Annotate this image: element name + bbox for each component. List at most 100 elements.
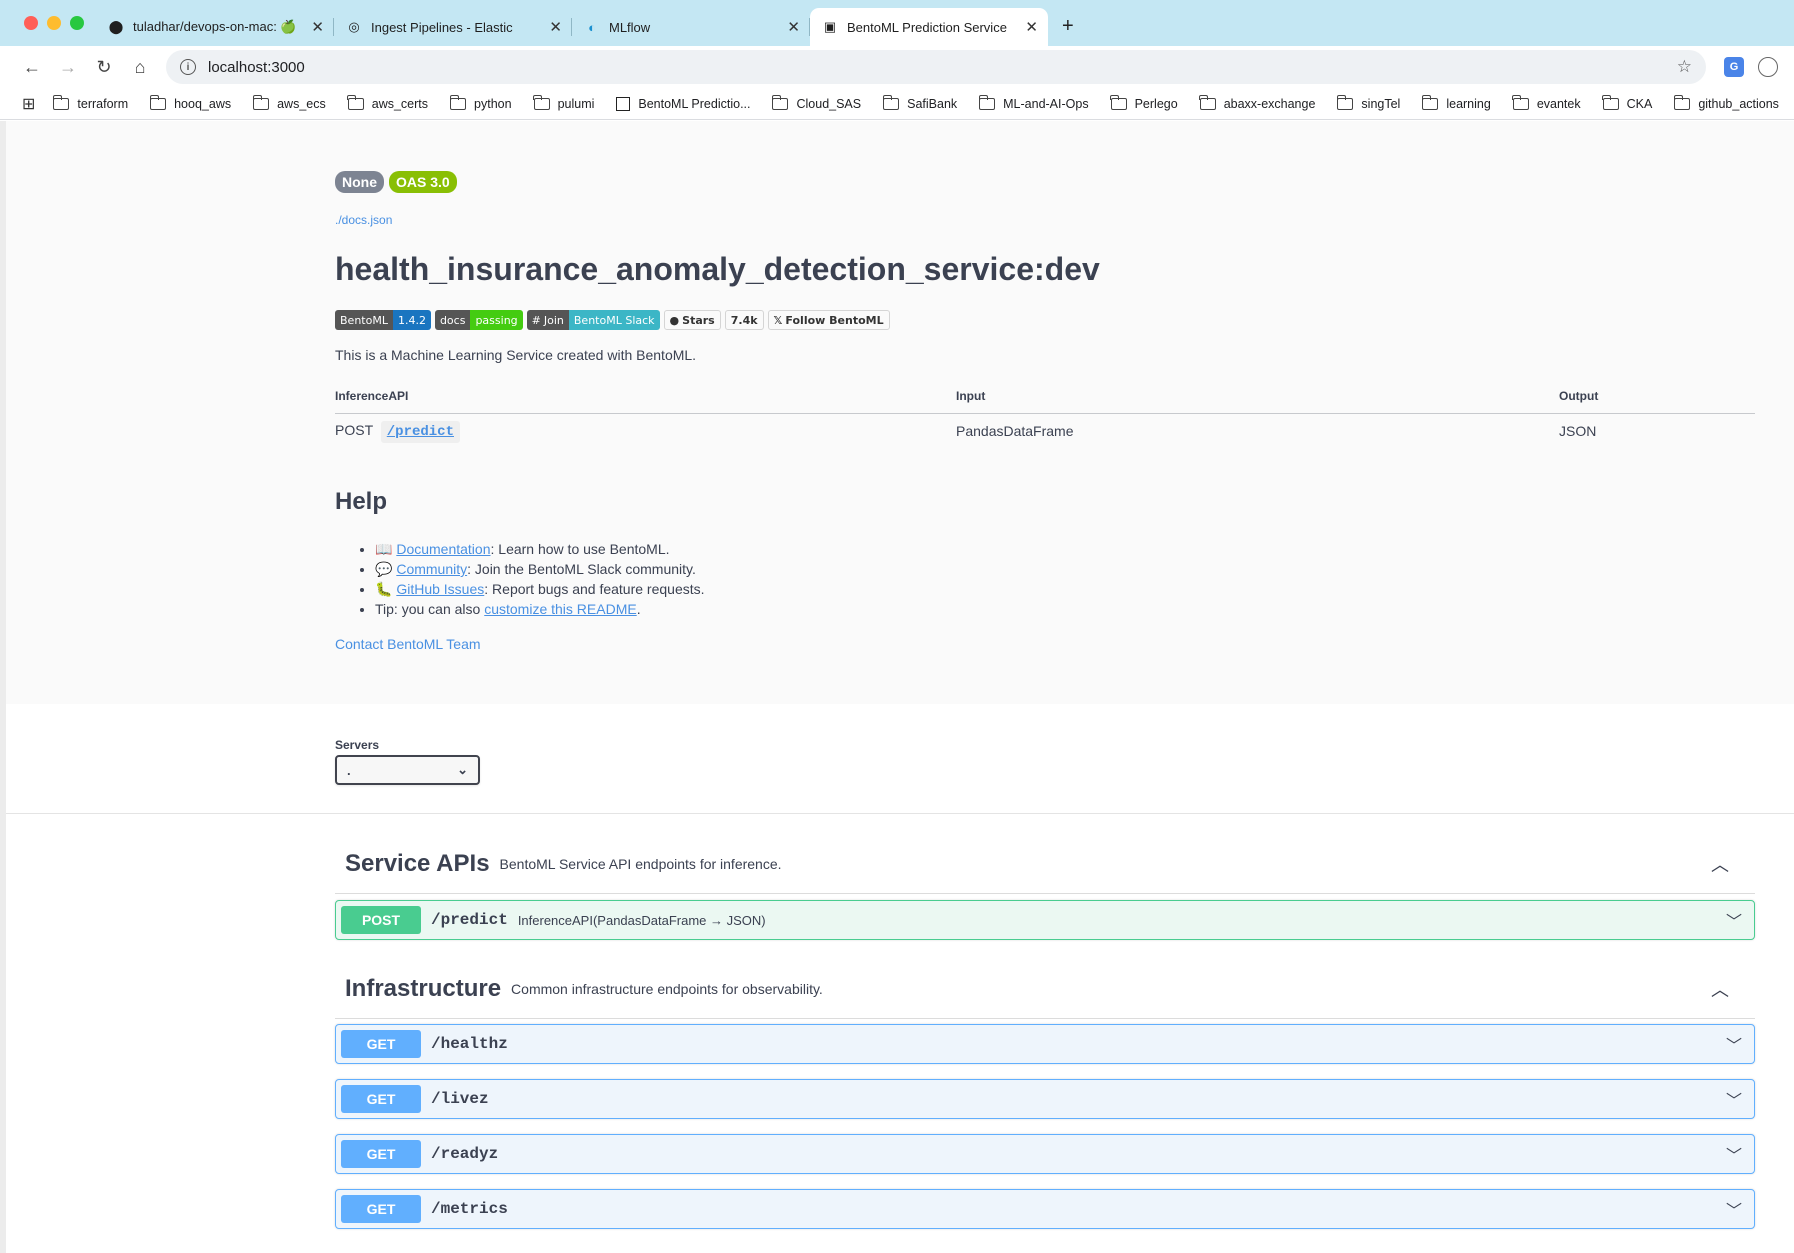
tab-elastic[interactable]: ◎ Ingest Pipelines - Elastic ✕ [334, 8, 572, 46]
operation-post-predict[interactable]: POST /predict InferenceAPI(PandasDataFra… [335, 900, 1755, 940]
translate-extension-icon[interactable]: G [1724, 57, 1744, 77]
operation-path: /readyz [431, 1145, 499, 1163]
servers-select[interactable]: . ⌄ [335, 755, 480, 785]
forward-button[interactable]: → [50, 51, 86, 83]
bookmark-folder[interactable]: learning [1421, 94, 1491, 111]
bentoml-icon [616, 96, 631, 111]
chevron-down-icon[interactable]: ﹀ [1726, 1197, 1742, 1221]
list-item: 💬 Community: Join the BentoML Slack comm… [375, 559, 1755, 579]
close-tab-icon[interactable]: ✕ [787, 18, 800, 36]
follow-shield[interactable]: 𝕏 Follow BentoML [767, 310, 890, 330]
minimize-window-button[interactable] [47, 16, 61, 30]
method-badge: GET [341, 1195, 421, 1223]
infrastructure-section: Infrastructure Common infrastructure end… [335, 959, 1755, 1229]
window-edge [0, 121, 6, 1253]
chevron-down-icon[interactable]: ﹀ [1726, 1087, 1742, 1111]
page-title: health_insurance_anomaly_detection_servi… [335, 251, 1100, 287]
bookmark-folder[interactable]: Perlego [1110, 94, 1178, 111]
help-heading: Help [335, 488, 388, 515]
tab-bentoml[interactable]: ▣ BentoML Prediction Service ✕ [810, 8, 1048, 46]
bookmark-folder[interactable]: Cloud_SAS [772, 94, 861, 111]
bookmark-folder[interactable]: python [449, 94, 512, 111]
bookmark-star-icon[interactable]: ☆ [1677, 57, 1692, 77]
service-apis-section: Service APIs BentoML Service API endpoin… [335, 834, 1755, 940]
bookmark-folder[interactable]: abaxx-exchange [1199, 94, 1315, 111]
operation-get-readyz[interactable]: GET /readyz ﹀ [335, 1134, 1755, 1174]
docs-json-link[interactable]: ./docs.json [335, 213, 1755, 227]
folder-icon [882, 94, 900, 110]
operation-get-livez[interactable]: GET /livez ﹀ [335, 1079, 1755, 1119]
close-tab-icon[interactable]: ✕ [1025, 18, 1038, 36]
bookmark-folder[interactable]: ML-and-AI-Ops [978, 94, 1089, 111]
contact-link[interactable]: Contact BentoML Team [335, 636, 481, 652]
operation-get-healthz[interactable]: GET /healthz ﹀ [335, 1024, 1755, 1064]
maximize-window-button[interactable] [70, 16, 84, 30]
elastic-icon: ◎ [348, 19, 360, 34]
bentoml-version-shield[interactable]: BentoML 1.4.2 [335, 310, 431, 330]
bug-icon: 🐛 [375, 581, 393, 597]
operation-path: /healthz [431, 1035, 508, 1053]
bookmark-page[interactable]: BentoML Predictio... [616, 96, 750, 111]
profile-icon[interactable] [1758, 57, 1778, 77]
customize-readme-link[interactable]: customize this README [484, 601, 636, 617]
address-bar[interactable]: i localhost:3000 ☆ [166, 50, 1706, 84]
bookmark-folder[interactable]: github_actions [1673, 94, 1779, 111]
folder-icon [1421, 94, 1439, 110]
home-button[interactable]: ⌂ [122, 51, 158, 83]
slack-shield[interactable]: # Join BentoML Slack [526, 310, 660, 330]
new-tab-button[interactable]: + [1062, 15, 1074, 38]
docs-shield[interactable]: docs passing [434, 310, 523, 330]
speech-bubble-icon: 💬 [375, 561, 393, 577]
method-badge: GET [341, 1030, 421, 1058]
folder-icon [1512, 94, 1529, 110]
folder-icon [449, 94, 467, 110]
method-badge: GET [341, 1085, 421, 1113]
documentation-link[interactable]: Documentation [396, 541, 490, 557]
address-text[interactable]: localhost:3000 [208, 59, 1677, 76]
folder-icon [533, 94, 550, 110]
github-icon: ⬤ [108, 19, 124, 34]
list-item: Tip: you can also customize this README. [375, 599, 1755, 619]
tab-github[interactable]: ⬤ tuladhar/devops-on-mac: 🍏 ✕ [96, 8, 334, 46]
apps-grid-icon[interactable]: ⊞ [22, 94, 35, 114]
folder-icon [53, 94, 70, 110]
section-header[interactable]: Service APIs BentoML Service API endpoin… [335, 834, 1755, 894]
folder-icon [149, 94, 167, 110]
operation-path: /livez [431, 1090, 489, 1108]
chevron-up-icon[interactable]: ︿ [1711, 976, 1729, 1002]
operation-get-metrics[interactable]: GET /metrics ﹀ [335, 1189, 1755, 1229]
bookmark-folder[interactable]: pulumi [533, 94, 594, 111]
section-header[interactable]: Infrastructure Common infrastructure end… [335, 959, 1755, 1019]
bookmark-folder[interactable]: aws_ecs [252, 94, 326, 111]
github-stars-shield[interactable]: ● Stars [663, 310, 721, 330]
bookmark-folder[interactable]: evantek [1512, 94, 1581, 111]
bentoml-icon: ▣ [823, 19, 837, 34]
bookmark-folder[interactable]: CKA [1602, 94, 1652, 111]
tab-mlflow[interactable]: ◐ MLflow ✕ [572, 8, 810, 46]
browser-toolbar: ← → ↻ ⌂ i localhost:3000 ☆ G [0, 46, 1794, 88]
close-tab-icon[interactable]: ✕ [549, 18, 562, 36]
stars-count-shield[interactable]: 7.4k [724, 310, 764, 330]
chevron-down-icon[interactable]: ﹀ [1726, 1032, 1742, 1056]
bookmark-folder[interactable]: terraform [53, 94, 128, 111]
help-list: 📖 Documentation: Learn how to use BentoM… [335, 539, 1755, 619]
chevron-down-icon[interactable]: ﹀ [1726, 908, 1742, 932]
bookmark-folder[interactable]: SafiBank [882, 94, 957, 111]
table-header: InferenceAPI Input Output [335, 389, 1755, 414]
community-link[interactable]: Community [396, 561, 467, 577]
page-content: None OAS 3.0 ./docs.json health_insuranc… [0, 121, 1794, 1253]
close-window-button[interactable] [24, 16, 38, 30]
bookmarks-bar: ⊞ terraform hooq_aws aws_ecs aws_certs p… [0, 88, 1794, 120]
version-badges: None OAS 3.0 [335, 171, 1755, 193]
bookmark-folder[interactable]: aws_certs [347, 94, 428, 111]
chevron-up-icon[interactable]: ︿ [1711, 851, 1729, 877]
close-tab-icon[interactable]: ✕ [311, 18, 324, 36]
github-issues-link[interactable]: GitHub Issues [396, 581, 484, 597]
bookmark-folder[interactable]: singTel [1337, 94, 1400, 111]
chevron-down-icon[interactable]: ﹀ [1726, 1142, 1742, 1166]
site-info-icon[interactable]: i [180, 59, 196, 75]
bookmark-folder[interactable]: hooq_aws [149, 94, 231, 111]
predict-link[interactable]: /predict [380, 421, 460, 443]
back-button[interactable]: ← [14, 51, 50, 83]
reload-button[interactable]: ↻ [86, 51, 122, 83]
